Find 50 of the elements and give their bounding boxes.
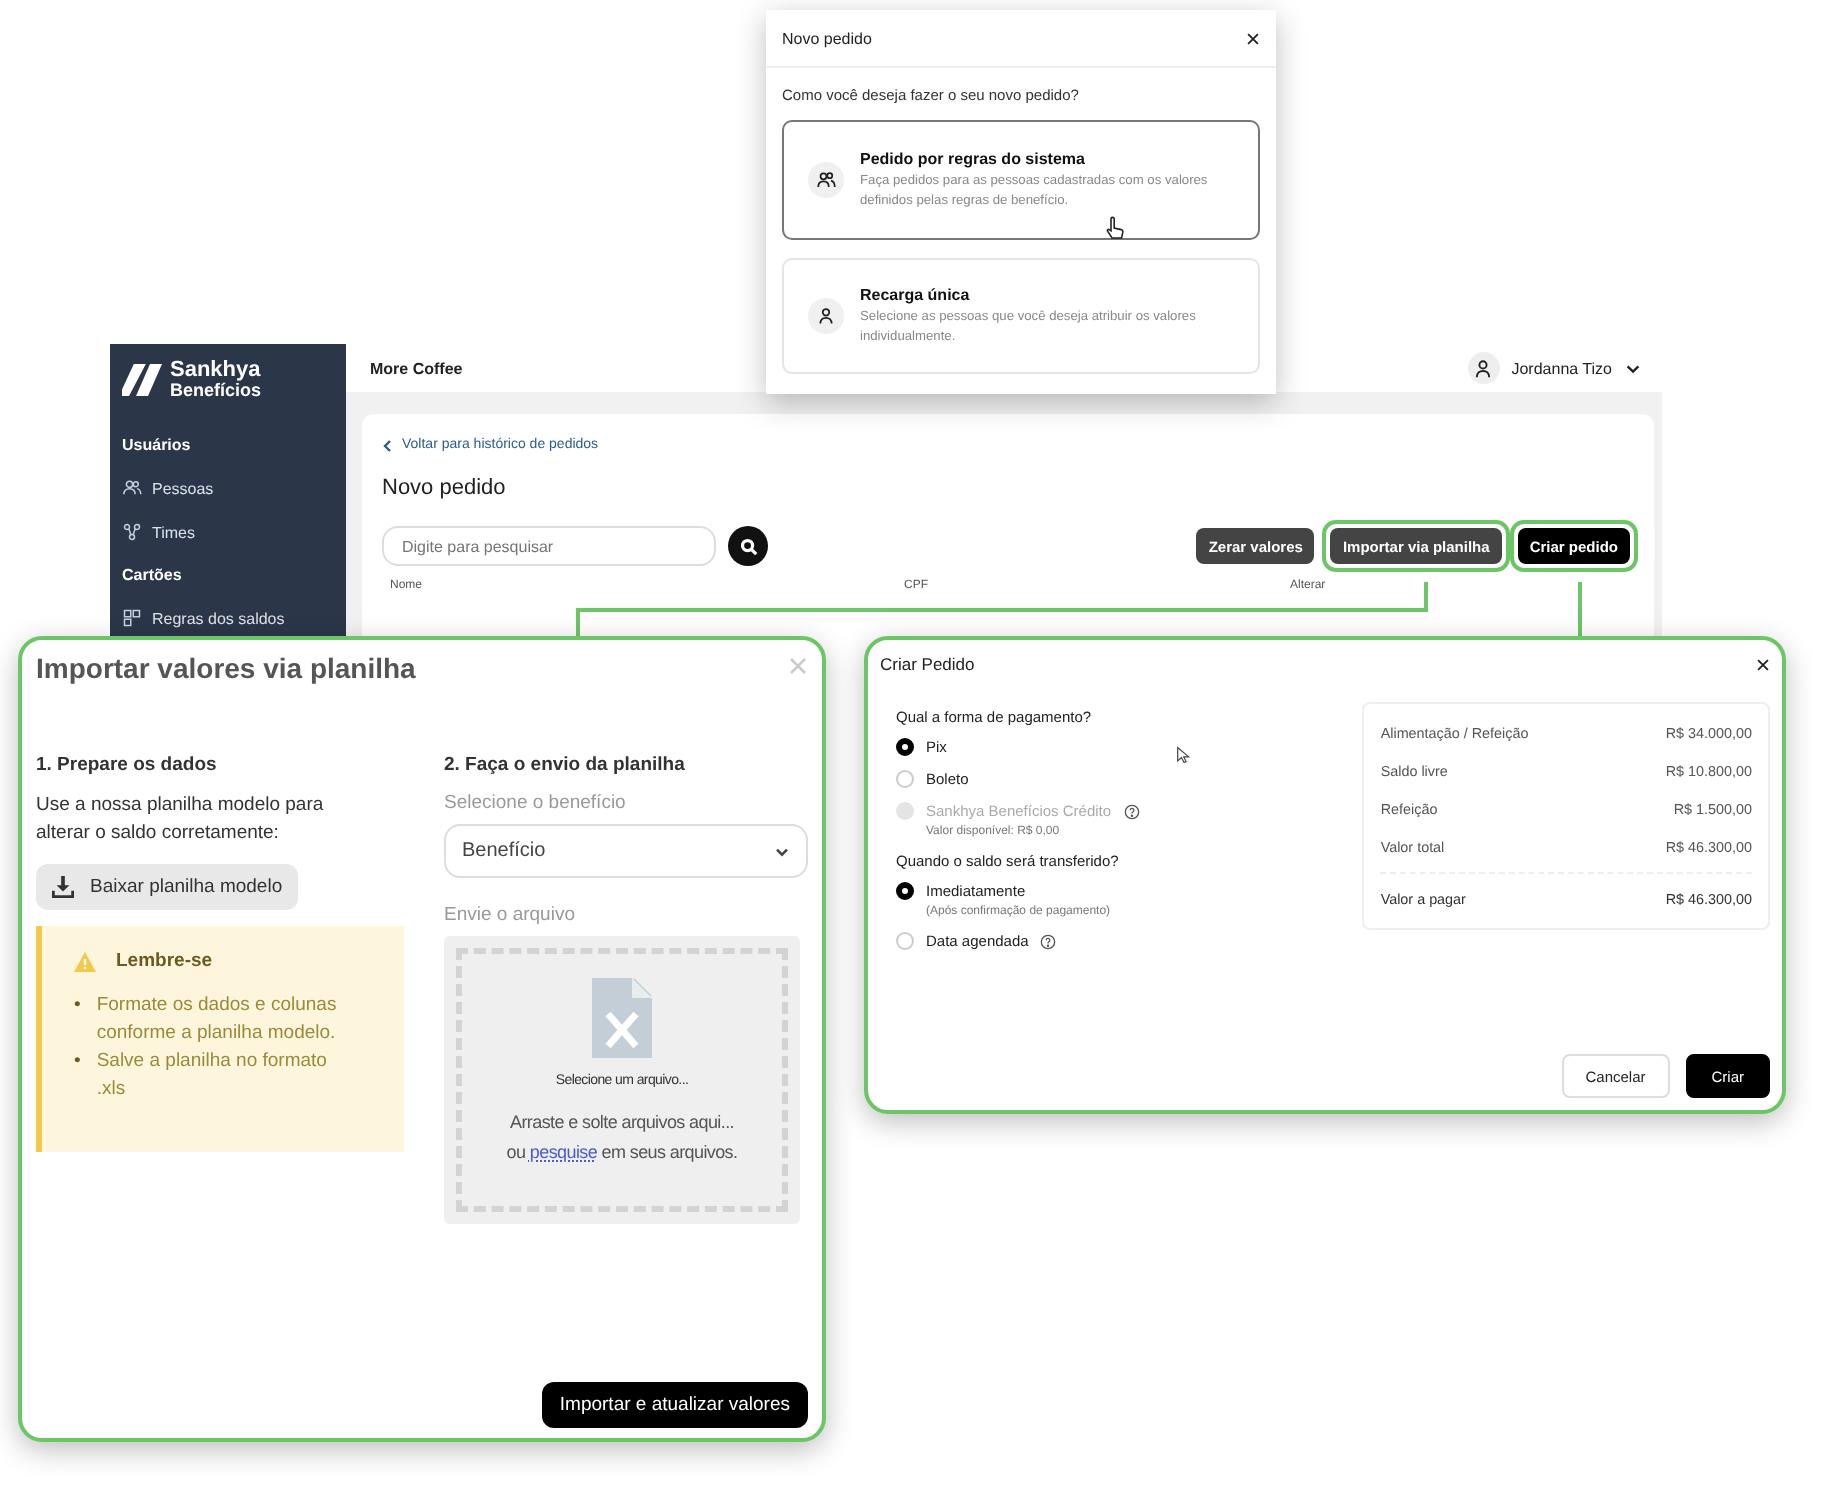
bullet: • <box>74 1048 81 1076</box>
people-icon <box>816 170 836 190</box>
company-name: More Coffee <box>370 359 463 377</box>
field-label: Selecione o benefício <box>444 792 628 814</box>
sidebar-section-title: Cartões <box>122 564 184 588</box>
grid-icon <box>122 608 142 628</box>
radio-button[interactable] <box>896 738 914 756</box>
bullet: • <box>74 992 81 1020</box>
drop-instructions: Arraste e solte arquivos aqui... ou pesquise em seus arquivos. <box>506 1110 738 1166</box>
import-button[interactable]: Importar e atualizar valores <box>541 1382 808 1428</box>
hand-cursor-icon <box>1106 216 1124 240</box>
sidebar-item[interactable]: Times <box>122 510 334 554</box>
benefit-select[interactable]: Benefício <box>444 824 808 878</box>
dialog-title: Criar Pedido <box>880 654 975 674</box>
close-icon[interactable] <box>1246 32 1260 46</box>
search-icon <box>739 537 757 555</box>
spreadsheet-file-icon <box>592 978 652 1058</box>
radio-button[interactable] <box>896 882 914 900</box>
logo-icon <box>122 362 162 398</box>
sidebar-section-title: Usuários <box>122 434 193 458</box>
user-icon <box>816 306 836 326</box>
download-icon <box>52 876 74 898</box>
note-item: Salve a planilha no formato .xls <box>96 1048 329 1104</box>
search-button[interactable] <box>728 526 768 566</box>
warning-icon <box>74 951 96 971</box>
sidebar-item[interactable]: Regras dos saldos <box>122 596 334 640</box>
option-title: Pedido por regras do sistema <box>860 149 1087 167</box>
dialog-title: Novo pedido <box>782 30 872 48</box>
close-icon[interactable] <box>1756 657 1770 671</box>
page-title: Novo pedido <box>382 476 508 500</box>
step-heading: 2. Faça o envio da planilha <box>444 754 687 776</box>
note-title: Lembre-se <box>116 950 213 972</box>
sidebar-item[interactable]: Pessoas <box>122 466 334 510</box>
field-label: Envie o arquivo <box>444 904 577 926</box>
pointer-cursor-icon <box>1176 746 1191 764</box>
user-name: Jordanna Tizo <box>1511 359 1612 377</box>
network-icon <box>122 522 142 542</box>
chevron-down-icon <box>774 843 790 859</box>
option-title: Recarga única <box>860 285 972 303</box>
step-heading: 1. Prepare os dados <box>36 754 219 776</box>
instruction-text: Use a nossa planilha modelo para alterar o saldo corretamente: <box>36 792 326 848</box>
note-item: Formate os dados e colunas conforme a planilha modelo. <box>96 992 339 1048</box>
dialog-title: Importar valores via planilha <box>36 652 416 684</box>
people-icon <box>122 478 142 498</box>
brand-name: Sankhya Benefícios <box>170 360 262 400</box>
help-icon[interactable] <box>1040 933 1057 949</box>
download-button[interactable]: Baixar planilha modelo <box>36 864 299 910</box>
search-field[interactable]: Digite para pesquisar <box>382 526 716 566</box>
chevron-left-icon <box>382 439 394 451</box>
browse-link[interactable]: pesquise <box>529 1142 598 1162</box>
